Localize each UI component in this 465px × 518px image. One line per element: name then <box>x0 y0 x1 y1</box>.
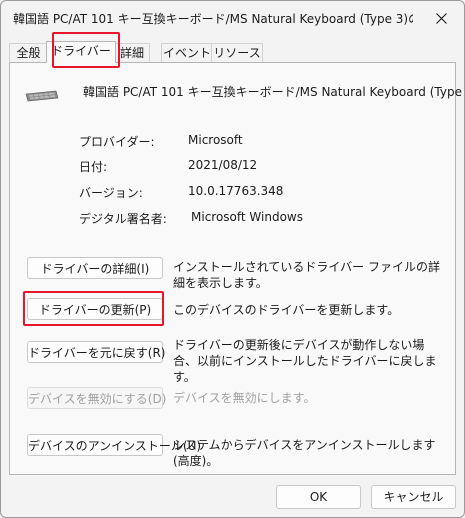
tab-general[interactable]: 全般 <box>9 43 48 62</box>
driver-details-description: インストールされているドライバー ファイルの詳細を表示します。 <box>173 260 440 290</box>
uninstall-device-description: システムからデバイスをアンインストールします (高度)。 <box>173 438 436 468</box>
tab-resources[interactable]: リソース <box>211 43 263 62</box>
date-label: 日付: <box>79 160 108 174</box>
provider-label: プロバイダー: <box>79 135 155 149</box>
tab-highlight-frame <box>52 32 120 68</box>
close-icon <box>435 12 447 24</box>
uninstall-device-button[interactable]: デバイスのアンインストール(U) <box>27 434 201 456</box>
update-driver-description: このデバイスのドライバーを更新します。 <box>173 303 400 317</box>
cancel-button[interactable]: キャンセル <box>371 485 456 509</box>
rollback-driver-description: ドライバーの更新後にデバイスが動作しない場合、以前にインストールしたドライバーに… <box>173 338 437 384</box>
device-name: 韓国語 PC/AT 101 キー互換キーボード/MS Natural Keybo… <box>83 85 465 99</box>
close-button[interactable] <box>418 1 464 35</box>
signer-label: デジタル署名者: <box>79 212 167 226</box>
disable-device-description: デバイスを無効にします。 <box>173 391 316 405</box>
window-title: 韓国語 PC/AT 101 キー互換キーボード/MS Natural Keybo… <box>13 12 413 26</box>
title-bar: 韓国語 PC/AT 101 キー互換キーボード/MS Natural Keybo… <box>1 1 464 35</box>
rollback-driver-button[interactable]: ドライバーを元に戻す(R) <box>27 341 165 363</box>
tab-events[interactable]: イベント <box>161 43 213 62</box>
disable-device-button[interactable]: デバイスを無効にする(D) <box>27 387 166 409</box>
driver-panel: 韓国語 PC/AT 101 キー互換キーボード/MS Natural Keybo… <box>9 62 464 475</box>
ok-button[interactable]: OK <box>276 485 361 509</box>
driver-details-button[interactable]: ドライバーの詳細(I) <box>27 257 163 279</box>
keyboard-icon <box>25 90 59 102</box>
version-value: 10.0.17763.348 <box>188 184 284 198</box>
signer-value: Microsoft Windows <box>191 210 303 224</box>
update-button-highlight-frame <box>23 291 164 326</box>
provider-value: Microsoft <box>188 133 243 147</box>
version-label: バージョン: <box>79 186 143 200</box>
date-value: 2021/08/12 <box>188 158 258 172</box>
properties-dialog: 韓国語 PC/AT 101 キー互換キーボード/MS Natural Keybo… <box>0 0 465 518</box>
